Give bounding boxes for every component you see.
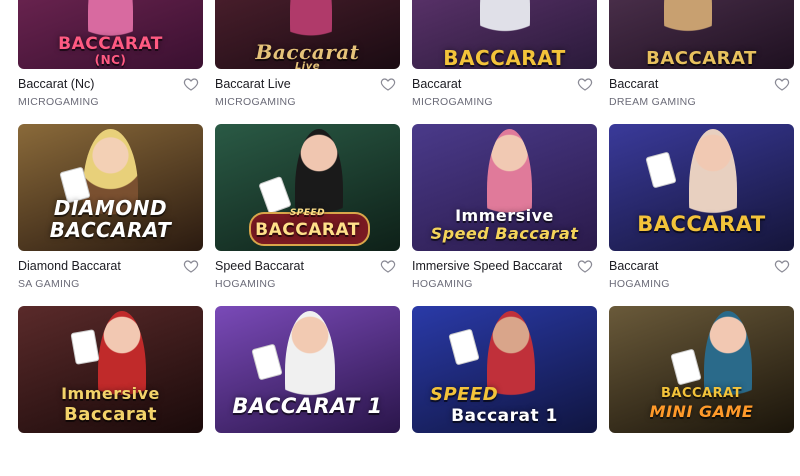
game-name[interactable]: Baccarat	[609, 77, 658, 91]
playing-card-icon	[670, 348, 702, 386]
heart-outline-icon[interactable]	[380, 258, 396, 274]
game-card[interactable]: SPEED BACCARAT Speed Baccarat HOGAMING	[215, 124, 400, 294]
game-name[interactable]: Speed Baccarat	[215, 259, 304, 273]
game-thumbnail[interactable]: BACCARAT (NC)	[18, 0, 203, 69]
game-card[interactable]: Immersive Speed Baccarat Immersive Speed…	[412, 124, 597, 294]
game-card[interactable]: SPEED Baccarat 1	[412, 306, 597, 476]
game-provider: HOGAMING	[215, 278, 276, 290]
heart-outline-icon[interactable]	[577, 258, 593, 274]
game-provider: MICROGAMING	[18, 96, 99, 108]
game-art-title: BACCARAT	[660, 386, 743, 401]
game-card[interactable]: BACCARAT (NC) Baccarat (Nc) MICROGAMING	[18, 0, 203, 112]
game-card[interactable]: Baccarat Live Baccarat Live MICROGAMING	[215, 0, 400, 112]
game-art-title: Immersive	[455, 206, 554, 225]
playing-card-icon	[448, 328, 480, 366]
game-thumbnail[interactable]: BACCARAT MINI GAME	[609, 306, 794, 433]
game-art-title: BACCARAT	[637, 212, 766, 236]
game-art-subtitle: Live	[294, 61, 321, 69]
game-name[interactable]: Baccarat Live	[215, 77, 291, 91]
game-thumbnail[interactable]: BACCARAT	[609, 0, 794, 69]
game-provider: DREAM GAMING	[609, 96, 697, 108]
game-art-subtitle: Baccarat	[64, 404, 157, 425]
games-grid: BACCARAT (NC) Baccarat (Nc) MICROGAMING …	[18, 0, 794, 476]
game-art-title: SPEED	[430, 384, 499, 405]
game-name[interactable]: Baccarat	[609, 259, 658, 273]
game-art-subtitle: Speed Baccarat	[430, 224, 579, 243]
game-thumbnail[interactable]: Baccarat Live	[215, 0, 400, 69]
playing-card-icon	[645, 151, 677, 189]
heart-outline-icon[interactable]	[183, 76, 199, 92]
game-art-title: Immersive	[61, 384, 160, 403]
game-thumbnail[interactable]: DIAMOND BACCARAT	[18, 124, 203, 251]
game-card[interactable]: BACCARAT Baccarat HOGAMING	[609, 124, 794, 294]
game-thumbnail[interactable]: BACCARAT	[609, 124, 794, 251]
heart-outline-icon[interactable]	[577, 76, 593, 92]
game-thumbnail[interactable]: Immersive Baccarat	[18, 306, 203, 433]
game-card[interactable]: BACCARAT 1	[215, 306, 400, 476]
game-card[interactable]: BACCARAT Baccarat MICROGAMING	[412, 0, 597, 112]
game-thumbnail[interactable]: SPEED BACCARAT	[215, 124, 400, 251]
heart-outline-icon[interactable]	[380, 76, 396, 92]
game-art-title: DIAMOND	[53, 196, 168, 220]
game-thumbnail[interactable]: SPEED Baccarat 1	[412, 306, 597, 433]
game-art-title: SPEED	[289, 208, 326, 218]
game-thumbnail[interactable]: BACCARAT	[412, 0, 597, 69]
game-thumbnail[interactable]: Immersive Speed Baccarat	[412, 124, 597, 251]
playing-card-icon	[70, 329, 100, 365]
heart-outline-icon[interactable]	[183, 258, 199, 274]
game-provider: HOGAMING	[412, 278, 473, 290]
game-art-title: BACCARAT	[58, 34, 163, 54]
game-name[interactable]: Diamond Baccarat	[18, 259, 121, 273]
game-provider: HOGAMING	[609, 278, 670, 290]
game-art-title: BACCARAT	[443, 46, 566, 69]
game-art-title: BACCARAT	[646, 48, 757, 69]
playing-card-icon	[251, 343, 283, 381]
game-card[interactable]: BACCARAT Baccarat DREAM GAMING	[609, 0, 794, 112]
heart-outline-icon[interactable]	[774, 258, 790, 274]
game-provider: SA GAMING	[18, 278, 80, 290]
game-art-subtitle: Baccarat 1	[451, 406, 558, 426]
game-art-subtitle: BACCARAT	[49, 218, 172, 242]
game-card[interactable]: BACCARAT MINI GAME	[609, 306, 794, 476]
game-art-subtitle: BACCARAT	[255, 220, 360, 240]
heart-outline-icon[interactable]	[774, 76, 790, 92]
game-name[interactable]: Immersive Speed Baccarat	[412, 259, 562, 273]
game-card[interactable]: DIAMOND BACCARAT Diamond Baccarat SA GAM…	[18, 124, 203, 294]
game-provider: MICROGAMING	[215, 96, 296, 108]
game-thumbnail[interactable]: BACCARAT 1	[215, 306, 400, 433]
game-name[interactable]: Baccarat	[412, 77, 461, 91]
game-provider: MICROGAMING	[412, 96, 493, 108]
game-name[interactable]: Baccarat (Nc)	[18, 77, 94, 91]
game-art-subtitle: (NC)	[94, 53, 127, 67]
game-art-title: BACCARAT 1	[232, 394, 383, 418]
game-art-subtitle: MINI GAME	[649, 402, 754, 421]
game-card[interactable]: Immersive Baccarat	[18, 306, 203, 476]
